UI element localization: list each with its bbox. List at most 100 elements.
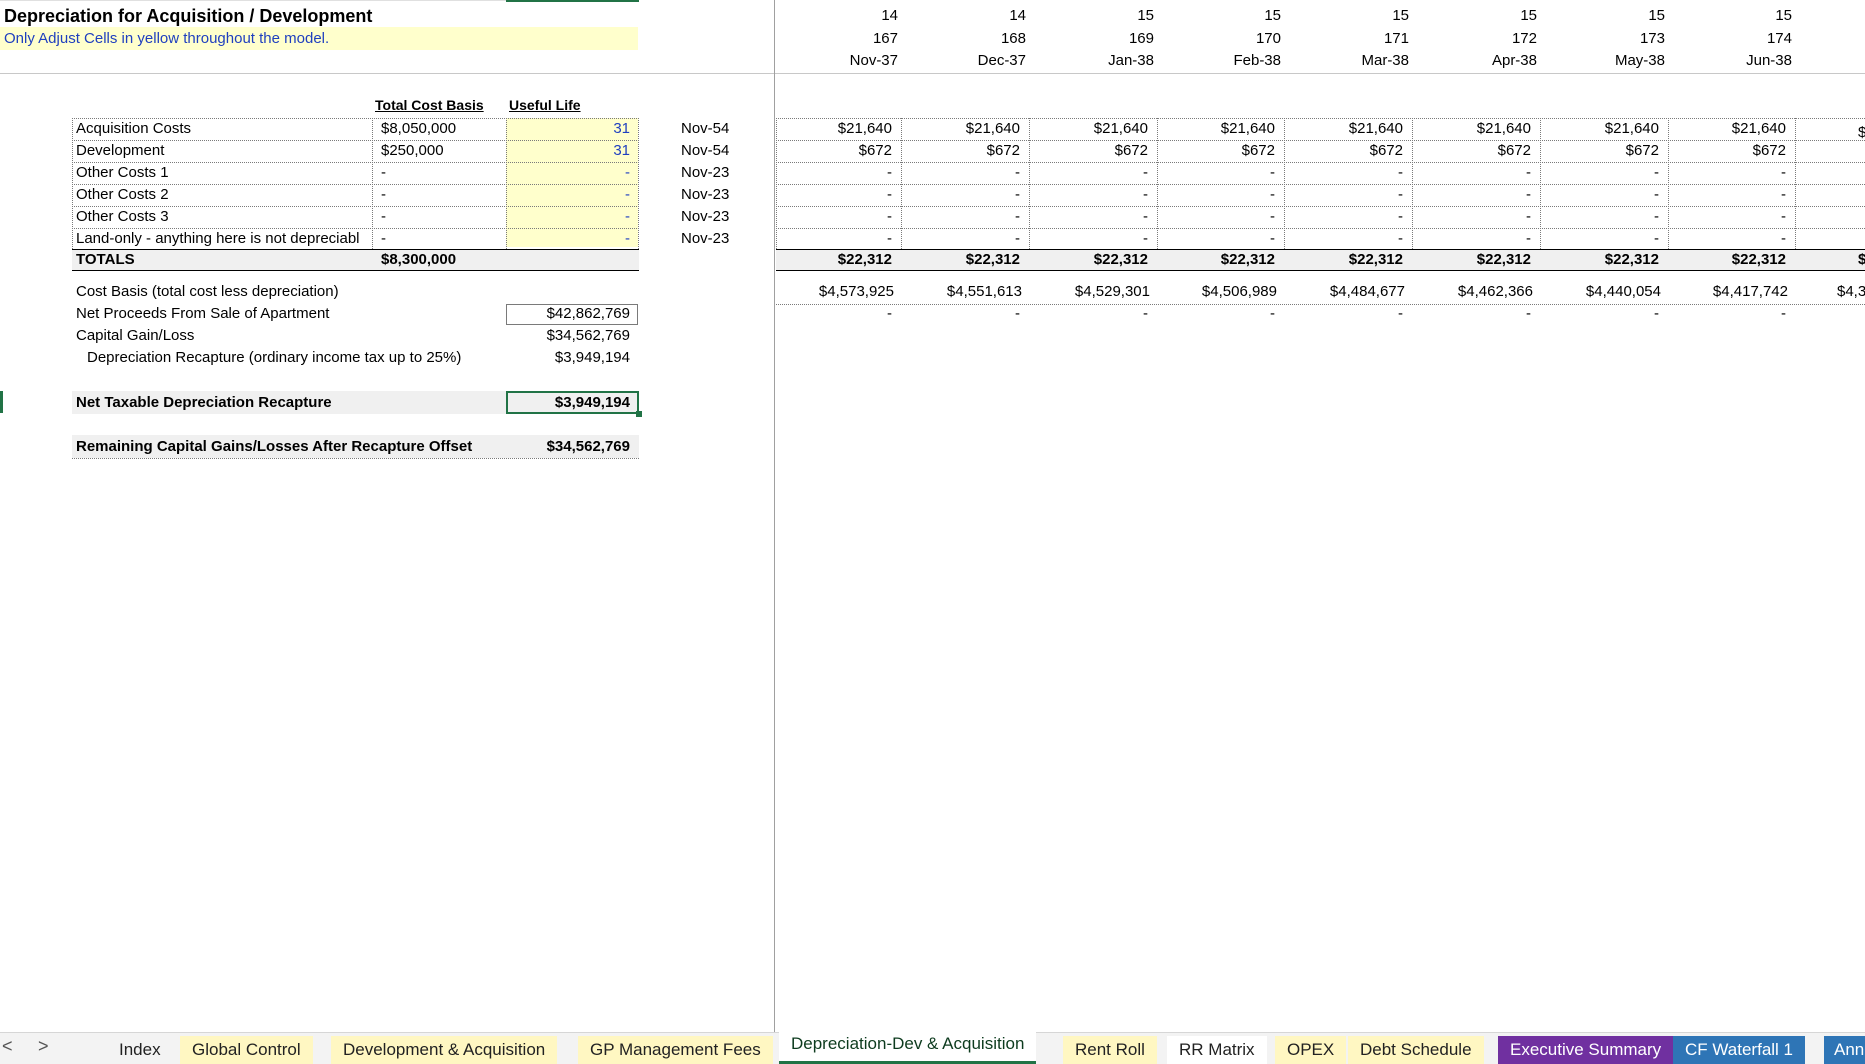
asset-row-period-value[interactable]: - (1686, 164, 1786, 181)
cost-basis-period-value[interactable]: $4,529,301 (1050, 283, 1150, 300)
sheet-title[interactable]: Depreciation for Acquisition / Developme… (4, 6, 372, 27)
asset-row-end-date[interactable]: Nov-23 (681, 230, 729, 247)
net-proceeds-period-value[interactable]: - (920, 305, 1020, 322)
asset-row-period-value[interactable]: - (920, 164, 1020, 181)
asset-row-label[interactable]: Other Costs 3 (76, 208, 372, 225)
asset-row-period-value[interactable]: - (792, 208, 892, 225)
totals-period-value[interactable]: $22,312 (920, 251, 1020, 268)
cost-basis-period-value[interactable]: $4,573,925 (794, 283, 894, 300)
period-year[interactable]: 15 (1181, 7, 1281, 24)
cost-basis-period-value[interactable]: $4,484,677 (1305, 283, 1405, 300)
asset-row-period-value[interactable]: - (1431, 208, 1531, 225)
net-taxable-label[interactable]: Net Taxable Depreciation Recapture (76, 394, 332, 411)
asset-row-end-date[interactable]: Nov-54 (681, 142, 729, 159)
cost-basis-period-value[interactable]: $4,506,989 (1177, 283, 1277, 300)
totals-period-value[interactable]: $22,312 (1686, 251, 1786, 268)
acq-partial-value[interactable]: $ (1858, 124, 1865, 141)
recapture-value[interactable]: $3,949,194 (506, 349, 630, 366)
net-proceeds-period-value[interactable]: - (1431, 305, 1531, 322)
asset-row-period-value[interactable]: $672 (1559, 142, 1659, 159)
asset-row-period-value[interactable]: - (1048, 208, 1148, 225)
period-date[interactable]: Nov-37 (798, 52, 898, 69)
asset-row-period-value[interactable]: $21,640 (1175, 120, 1275, 137)
net-taxable-value[interactable]: $3,949,194 (506, 394, 630, 411)
asset-row-period-value[interactable]: $672 (1048, 142, 1148, 159)
asset-row-period-value[interactable]: - (1175, 164, 1275, 181)
asset-row-period-value[interactable]: - (1431, 230, 1531, 247)
asset-row-period-value[interactable]: - (1048, 164, 1148, 181)
asset-row-basis[interactable]: $250,000 (381, 142, 444, 159)
asset-row-period-value[interactable]: - (1175, 208, 1275, 225)
asset-row-period-value[interactable]: - (1175, 186, 1275, 203)
net-proceeds-period-value[interactable]: - (1048, 305, 1148, 322)
asset-row-period-value[interactable]: $672 (1686, 142, 1786, 159)
asset-row-period-value[interactable]: $672 (792, 142, 892, 159)
asset-row-period-value[interactable]: $21,640 (1686, 120, 1786, 137)
useful-life-input[interactable]: - (506, 230, 630, 247)
totals-period-value[interactable]: $22,312 (1431, 251, 1531, 268)
asset-row-period-value[interactable]: $21,640 (1559, 120, 1659, 137)
sheet-tab-gp-management-fees[interactable]: GP Management Fees (578, 1036, 773, 1064)
period-year[interactable]: 15 (1692, 7, 1792, 24)
fill-handle[interactable] (636, 411, 642, 417)
sheet-tab-global-control[interactable]: Global Control (180, 1036, 313, 1064)
net-proceeds-period-value[interactable]: - (1559, 305, 1659, 322)
sheet-tab-depreciation-dev-acquisition[interactable]: Depreciation-Dev & Acquisition (779, 1032, 1037, 1064)
asset-row-period-value[interactable]: $672 (1431, 142, 1531, 159)
asset-row-period-value[interactable]: $21,640 (1431, 120, 1531, 137)
asset-row-end-date[interactable]: Nov-54 (681, 120, 729, 137)
header-useful-life[interactable]: Useful Life (509, 97, 581, 113)
asset-row-period-value[interactable]: $21,640 (920, 120, 1020, 137)
capital-gain-value[interactable]: $34,562,769 (506, 327, 630, 344)
asset-row-period-value[interactable]: - (1686, 230, 1786, 247)
period-date[interactable]: Jan-38 (1054, 52, 1154, 69)
asset-row-period-value[interactable]: - (1303, 186, 1403, 203)
cost-basis-period-value[interactable]: $4,440,054 (1561, 283, 1661, 300)
period-month[interactable]: 172 (1437, 30, 1537, 47)
period-month[interactable]: 167 (798, 30, 898, 47)
period-date[interactable]: Apr-38 (1437, 52, 1537, 69)
asset-row-period-value[interactable]: $21,640 (1303, 120, 1403, 137)
cost-basis-period-value[interactable]: $4,417,742 (1688, 283, 1788, 300)
sheet-tab-debt-schedule[interactable]: Debt Schedule (1348, 1036, 1484, 1064)
asset-row-period-value[interactable]: - (1048, 186, 1148, 203)
period-month[interactable]: 169 (1054, 30, 1154, 47)
sheet-tab-opex[interactable]: OPEX (1275, 1036, 1347, 1064)
useful-life-input[interactable]: - (506, 208, 630, 225)
period-year[interactable]: 15 (1054, 7, 1154, 24)
asset-row-period-value[interactable]: - (1303, 164, 1403, 181)
totals-period-value[interactable]: $22,312 (1175, 251, 1275, 268)
net-proceeds-value[interactable]: $42,862,769 (506, 305, 630, 322)
totals-period-value[interactable]: $22,312 (1048, 251, 1148, 268)
asset-row-label[interactable]: Acquisition Costs (76, 120, 372, 137)
remaining-label[interactable]: Remaining Capital Gains/Losses After Rec… (76, 438, 472, 455)
asset-row-period-value[interactable]: - (920, 186, 1020, 203)
period-year[interactable]: 15 (1437, 7, 1537, 24)
period-year[interactable]: 14 (798, 7, 898, 24)
recapture-label[interactable]: Depreciation Recapture (ordinary income … (87, 349, 461, 366)
period-month[interactable]: 171 (1309, 30, 1409, 47)
period-date[interactable]: Jun-38 (1692, 52, 1792, 69)
period-month[interactable]: 174 (1692, 30, 1792, 47)
period-year[interactable]: 14 (926, 7, 1026, 24)
totals-period-value[interactable]: $22,312 (1303, 251, 1403, 268)
asset-row-period-value[interactable]: - (920, 208, 1020, 225)
net-proceeds-period-value[interactable]: - (792, 305, 892, 322)
asset-row-period-value[interactable]: $21,640 (1048, 120, 1148, 137)
asset-row-end-date[interactable]: Nov-23 (681, 208, 729, 225)
totals-basis[interactable]: $8,300,000 (381, 251, 456, 268)
period-month[interactable]: 170 (1181, 30, 1281, 47)
asset-row-period-value[interactable]: - (792, 230, 892, 247)
asset-row-period-value[interactable]: - (1048, 230, 1148, 247)
period-date[interactable]: Mar-38 (1309, 52, 1409, 69)
asset-row-period-value[interactable]: $672 (920, 142, 1020, 159)
sheet-tab-executive-summary[interactable]: Executive Summary (1498, 1036, 1674, 1064)
tab-scroll-left-icon[interactable]: < (2, 1036, 13, 1057)
useful-life-input[interactable]: - (506, 164, 630, 181)
asset-row-end-date[interactable]: Nov-23 (681, 164, 729, 181)
asset-row-period-value[interactable]: - (920, 230, 1020, 247)
asset-row-period-value[interactable]: $21,640 (792, 120, 892, 137)
net-proceeds-period-value[interactable]: - (1303, 305, 1403, 322)
totals-period-value[interactable]: $22,312 (792, 251, 892, 268)
asset-row-basis[interactable]: - (381, 164, 386, 181)
